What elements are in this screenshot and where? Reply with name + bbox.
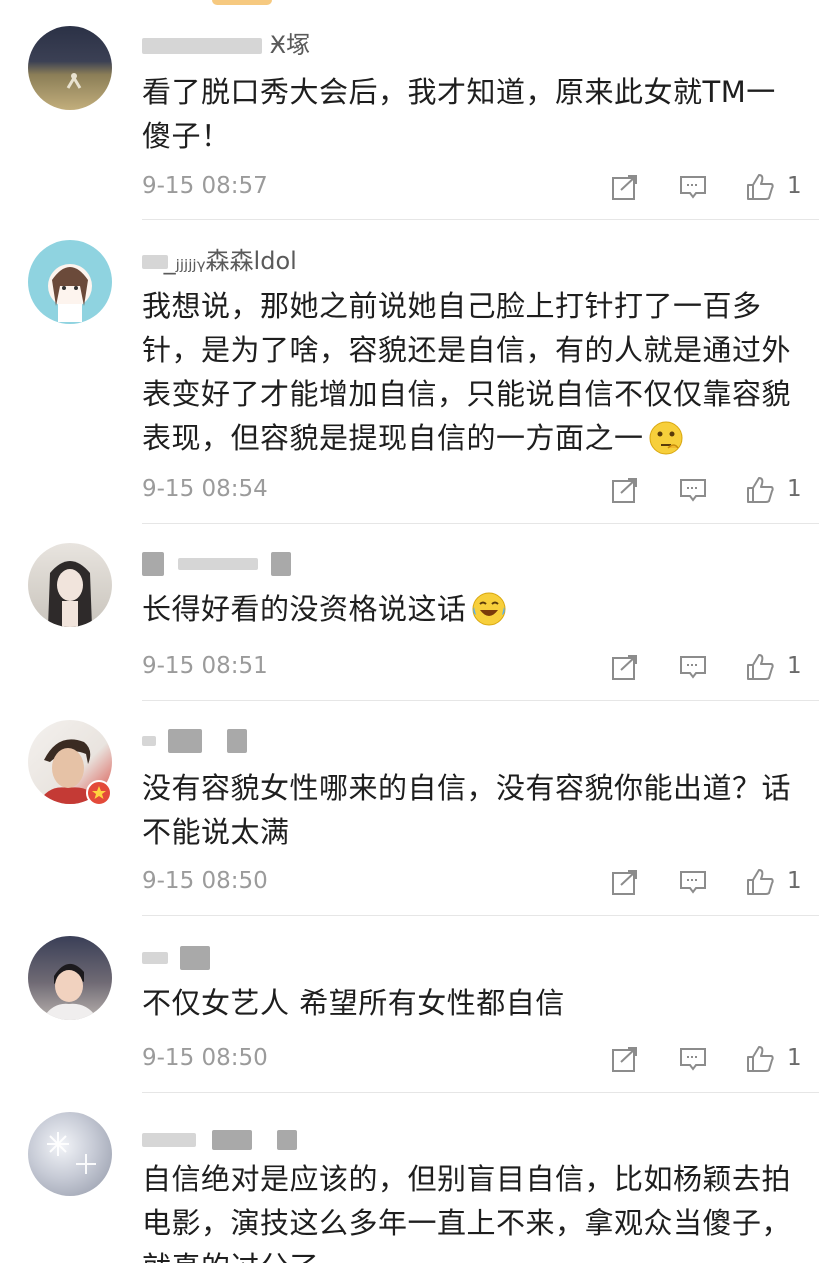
comment-text: 看了脱口秀大会后，我才知道，原来此女就TM一傻子！ [142,75,776,153]
username[interactable] [142,725,248,755]
comment-meta: 9-15 08:50 1 [0,861,819,901]
timestamp: 9-15 08:57 [142,173,268,199]
divider [142,219,819,220]
comment-text: 长得好看的没资格说这话 [142,587,792,631]
reply-icon[interactable] [678,172,708,202]
comment-meta: 9-15 08:50 1 [0,1038,819,1078]
redacted-name [271,552,292,576]
avatar[interactable] [28,26,112,110]
header-accent [212,0,272,5]
username[interactable] [142,1124,298,1154]
share-icon[interactable] [610,475,640,505]
share-icon[interactable] [610,652,640,682]
avatar[interactable] [28,240,112,324]
like-count: 1 [787,868,802,894]
comment-text: 没有容貌女性哪来的自信，没有容貌你能出道？话不能说太满 [142,771,792,849]
username[interactable] [142,548,292,578]
redacted-name [142,552,164,576]
redacted-name [142,736,156,746]
like-count: 1 [787,173,802,199]
share-icon[interactable] [610,172,640,202]
redacted-name [142,255,168,269]
timestamp: 9-15 08:50 [142,868,268,894]
share-icon[interactable] [610,1044,640,1074]
divider [142,523,819,524]
avatar-image [47,1132,96,1174]
divider [142,700,819,701]
redacted-name [211,1130,252,1150]
comment-text: 自信绝对是应该的，但别盲目自信，比如杨颖去拍电影，演技这么多年一直上不来，拿观众… [142,1162,792,1263]
reply-icon[interactable] [678,652,708,682]
redacted-name [277,1130,298,1150]
comment-meta: 9-15 08:54 1 [0,469,819,509]
comment-text: 我想说，那她之前说她自己脸上打针打了一百多针，是为了啥，容貌还是自信，有的人就是… [142,284,792,460]
share-icon[interactable] [610,867,640,897]
top-edge [0,0,819,14]
like-icon[interactable] [745,475,775,505]
redacted-name [142,38,262,54]
comment-meta: 9-15 08:51 1 [0,646,819,686]
divider [142,1092,819,1093]
avatar[interactable] [28,1112,112,1196]
redacted-name [227,729,248,753]
username[interactable]: Ӿ塚 [142,30,310,60]
verified-badge-icon [86,780,112,806]
reply-icon[interactable] [678,1044,708,1074]
avatar-image [48,561,92,627]
reply-icon[interactable] [678,475,708,505]
username-text: Ӿ塚 [269,31,311,59]
timestamp: 9-15 08:50 [142,1045,268,1071]
timestamp: 9-15 08:54 [142,476,268,502]
avatar-image [48,264,92,322]
like-icon[interactable] [745,867,775,897]
redacted-name [179,946,210,970]
like-icon[interactable] [745,1044,775,1074]
like-icon[interactable] [745,172,775,202]
reply-icon[interactable] [678,867,708,897]
timestamp: 9-15 08:51 [142,653,268,679]
divider [142,915,819,916]
username[interactable]: ̲ⱼⱼⱼⱼⱼᵧ森森ldol [142,246,297,276]
redacted-name [177,558,258,570]
laugh-emoji-icon [472,592,506,626]
avatar[interactable] [28,936,112,1020]
thinking-emoji-icon [649,421,683,455]
username-text: ̲ⱼⱼⱼⱼⱼᵧ森森ldol [175,247,297,275]
comment-text: 不仅女艺人 希望所有女性都自信 [142,986,565,1020]
comment-text-content: 我想说，那她之前说她自己脸上打针打了一百多针，是为了啥，容貌还是自信，有的人就是… [142,289,792,455]
comment-meta: 9-15 08:57 1 [0,166,819,206]
avatar-image [66,73,82,89]
like-count: 1 [787,1045,802,1071]
redacted-name [142,1133,196,1147]
like-icon[interactable] [745,652,775,682]
like-count: 1 [787,476,802,502]
comment-text-content: 长得好看的没资格说这话 [142,592,467,626]
redacted-name [167,729,202,753]
avatar-image [42,963,98,1020]
redacted-name [142,952,168,964]
like-count: 1 [787,653,802,679]
username[interactable] [142,942,210,972]
avatar[interactable] [28,543,112,627]
